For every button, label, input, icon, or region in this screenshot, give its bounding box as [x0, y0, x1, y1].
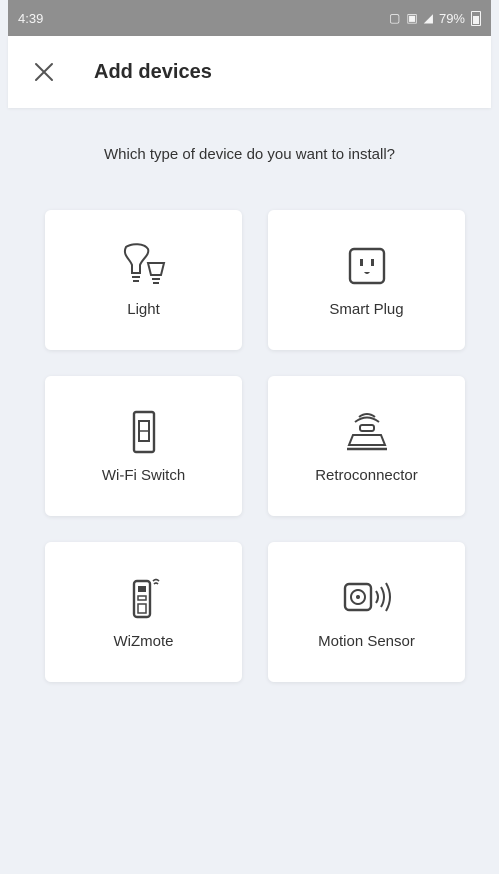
- wizmote-icon: [114, 575, 174, 621]
- device-card-wizmote[interactable]: WiZmote: [45, 542, 242, 682]
- app-header: Add devices: [8, 36, 491, 108]
- retroconnector-icon: [337, 409, 397, 455]
- data-icon: ▣: [406, 11, 418, 25]
- close-button[interactable]: [20, 48, 68, 96]
- light-bulbs-icon: [114, 242, 174, 289]
- device-label: Smart Plug: [329, 300, 404, 318]
- page-title: Add devices: [94, 60, 212, 83]
- smart-plug-icon: [337, 243, 397, 289]
- device-label: Retroconnector: [315, 466, 418, 484]
- status-bar: 4:39 ▢ ▣ ◢ 79%: [8, 0, 491, 36]
- motion-sensor-icon: [337, 575, 397, 621]
- signal-icon: ◢: [423, 11, 433, 25]
- status-time: 4:39: [18, 10, 44, 26]
- device-card-light[interactable]: Light: [45, 210, 242, 350]
- device-card-motion-sensor[interactable]: Motion Sensor: [268, 542, 465, 682]
- device-label: Light: [127, 300, 160, 318]
- wifi-switch-icon: [114, 409, 174, 455]
- close-icon: [35, 63, 53, 81]
- notification-icon: ▢: [389, 11, 401, 25]
- device-label: Wi-Fi Switch: [101, 466, 186, 484]
- battery-icon: [471, 10, 481, 26]
- battery-percent: 79%: [438, 10, 465, 26]
- device-card-wifi-switch[interactable]: Wi-Fi Switch: [45, 376, 242, 516]
- device-label: WiZmote: [113, 632, 174, 650]
- device-card-smart-plug[interactable]: Smart Plug: [268, 210, 465, 350]
- device-type-prompt: Which type of device do you want to inst…: [104, 146, 395, 163]
- device-grid: Light Smart Plug Wi-Fi Switch Retroconne…: [45, 210, 465, 682]
- device-label: Motion Sensor: [318, 632, 415, 650]
- screen: 4:39 ▢ ▣ ◢ 79% Add devices Which type of…: [0, 0, 499, 874]
- status-icons: ▢ ▣ ◢ 79%: [389, 10, 481, 26]
- device-card-retroconnector[interactable]: Retroconnector: [268, 376, 465, 516]
